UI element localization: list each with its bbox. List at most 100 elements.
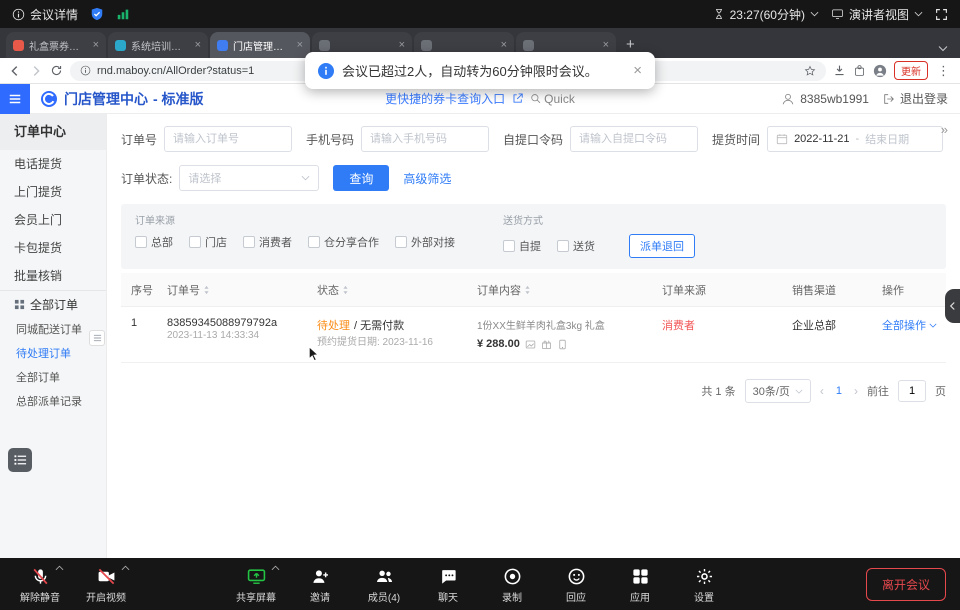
invite-button[interactable]: 邀请 <box>292 564 348 604</box>
sort-icon[interactable] <box>203 285 210 295</box>
view-mode-selector[interactable]: 演讲者视图 <box>831 6 923 23</box>
phone-input[interactable] <box>361 126 489 152</box>
toast-close-icon[interactable]: × <box>633 62 642 79</box>
settings-button[interactable]: 设置 <box>676 564 732 604</box>
date-range-picker[interactable]: 2022-11-21 - 结束日期 <box>767 126 943 152</box>
network-signal-icon[interactable] <box>116 7 130 21</box>
sort-icon[interactable] <box>342 285 349 295</box>
logout-button[interactable]: 退出登录 <box>883 90 948 107</box>
sidebar-item-phone-pickup[interactable]: 电话提货 <box>0 150 106 178</box>
update-button[interactable]: 更新 <box>894 61 928 80</box>
sales-channel: 企业总部 <box>786 317 876 333</box>
browser-tab-active[interactable]: 门店管理中心 × <box>210 32 310 58</box>
menu-toggle-button[interactable] <box>0 84 30 114</box>
browser-tab[interactable]: 礼盒票券平台管理中心 × <box>6 32 106 58</box>
search-button[interactable]: 查询 <box>333 165 389 191</box>
apps-button[interactable]: 应用 <box>612 564 668 604</box>
start-video-button[interactable]: 开启视频 <box>78 564 134 604</box>
row-actions-dropdown[interactable]: 全部操作 <box>882 317 937 333</box>
pickup-code-input[interactable] <box>570 126 698 152</box>
back-icon[interactable] <box>8 64 22 78</box>
checkbox-source-consumer[interactable]: 消费者 <box>243 234 292 250</box>
checkbox-source-external[interactable]: 外部对接 <box>395 234 455 250</box>
forward-icon[interactable] <box>29 64 43 78</box>
sidebar-subitem-all-orders[interactable]: 全部订单 <box>0 366 106 390</box>
tab-search-icon[interactable] <box>938 45 954 58</box>
record-button[interactable]: 录制 <box>484 564 540 604</box>
reload-icon[interactable] <box>50 64 63 77</box>
tab-favicon <box>115 40 126 51</box>
pickup-date: 预约提货日期: 2023-11-16 <box>317 337 433 348</box>
meeting-details-button[interactable]: 会议详情 <box>12 6 78 23</box>
sort-icon[interactable] <box>524 285 531 295</box>
sidebar-item-member-visit[interactable]: 会员上门 <box>0 206 106 234</box>
tab-favicon <box>523 40 534 51</box>
checkbox-source-warehouse[interactable]: 仓分享合作 <box>308 234 379 250</box>
tab-close-icon[interactable]: × <box>195 39 201 51</box>
checkbox-icon <box>503 240 515 252</box>
tab-close-icon[interactable]: × <box>297 39 303 51</box>
page-number[interactable]: 1 <box>833 385 845 397</box>
browser-menu-icon[interactable]: ⋮ <box>935 63 952 79</box>
search-icon <box>530 93 541 104</box>
leave-meeting-button[interactable]: 离开会议 <box>866 568 946 601</box>
shield-check-icon[interactable] <box>90 7 104 21</box>
sidebar-item-batch-verify[interactable]: 批量核销 <box>0 262 106 290</box>
goto-suffix: 页 <box>935 383 946 399</box>
extensions-icon[interactable] <box>853 64 866 77</box>
meeting-timer[interactable]: 23:27(60分钟) <box>713 6 819 23</box>
fullscreen-icon[interactable] <box>935 8 948 21</box>
reactions-button[interactable]: 回应 <box>548 564 604 604</box>
advanced-filter-link[interactable]: 高级筛选 <box>403 170 451 187</box>
browser-tab[interactable]: 系统培训学习 × <box>108 32 208 58</box>
dispatch-return-button[interactable]: 派单退回 <box>629 234 695 258</box>
checkbox-source-store[interactable]: 门店 <box>189 234 227 250</box>
list-widget-button[interactable] <box>8 448 32 472</box>
members-button[interactable]: 成员(4) <box>356 564 412 604</box>
checkbox-delivery-delivery[interactable]: 送货 <box>557 238 595 254</box>
order-status-select[interactable]: 请选择 <box>179 165 319 191</box>
checkbox-icon <box>557 240 569 252</box>
chevron-up-icon[interactable] <box>55 565 64 571</box>
sidebar-drag-handle[interactable] <box>89 330 105 346</box>
download-icon[interactable] <box>833 64 846 77</box>
sidebar-subitem-hq-dispatch[interactable]: 总部派单记录 <box>0 390 106 414</box>
order-content: 1份XX生鲜羊肉礼盒3kg 礼盒 <box>477 317 605 332</box>
quick-entry-link[interactable]: 更快捷的券卡查询入口 <box>385 90 505 107</box>
goto-page-input[interactable] <box>898 380 926 402</box>
chat-button[interactable]: 聊天 <box>420 564 476 604</box>
account-menu[interactable]: 8385wb1991 <box>781 92 869 106</box>
chevron-up-icon[interactable] <box>271 565 280 571</box>
sidebar-item-all-orders-group[interactable]: 全部订单 <box>0 290 106 318</box>
share-screen-button[interactable]: 共享屏幕 <box>228 564 284 604</box>
chevron-up-icon[interactable] <box>121 565 130 571</box>
profile-avatar-icon[interactable] <box>873 64 887 78</box>
bookmark-star-icon[interactable] <box>804 65 816 77</box>
camera-off-icon <box>97 567 116 586</box>
next-page-button[interactable]: › <box>854 384 858 398</box>
tab-close-icon[interactable]: × <box>93 39 99 51</box>
order-no-input[interactable] <box>164 126 292 152</box>
side-panel-toggle[interactable] <box>945 289 960 323</box>
site-info-icon[interactable] <box>80 65 91 76</box>
quick-search[interactable]: Quick <box>530 92 575 106</box>
tab-close-icon[interactable]: × <box>603 39 609 51</box>
tab-favicon <box>421 40 432 51</box>
checkbox-source-hq[interactable]: 总部 <box>135 234 173 250</box>
sidebar-item-card-pickup[interactable]: 卡包提货 <box>0 234 106 262</box>
logout-icon <box>883 93 895 105</box>
sidebar-item-door-pickup[interactable]: 上门提货 <box>0 178 106 206</box>
checkbox-delivery-pickup[interactable]: 自提 <box>503 238 541 254</box>
page-size-select[interactable]: 30条/页 <box>745 379 811 403</box>
pickup-time-label: 提货时间 <box>712 131 760 148</box>
collapse-panel-icon[interactable]: » <box>941 122 948 137</box>
delivery-method-label: 送货方式 <box>503 212 695 227</box>
monitor-icon <box>831 8 844 20</box>
tab-close-icon[interactable]: × <box>501 39 507 51</box>
prev-page-button[interactable]: ‹ <box>820 384 824 398</box>
tab-close-icon[interactable]: × <box>399 39 405 51</box>
unmute-button[interactable]: 解除静音 <box>12 564 68 604</box>
info-icon <box>12 8 25 21</box>
total-count: 共 1 条 <box>701 383 735 399</box>
apps-grid-icon <box>631 567 650 586</box>
